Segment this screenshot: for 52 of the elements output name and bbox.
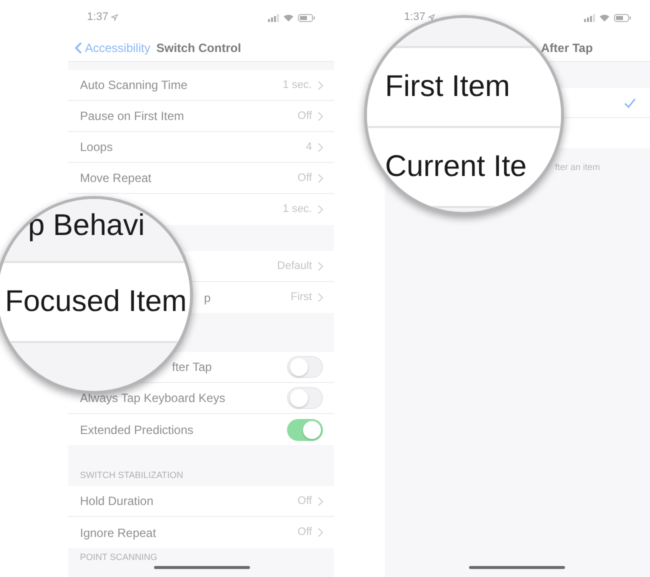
wifi-icon (599, 14, 610, 22)
setting-value: Off (298, 108, 312, 124)
setting-label: Extended Predictions (80, 422, 194, 438)
setting-label: Auto Scanning Time (80, 77, 188, 94)
chevron-icon (318, 496, 323, 506)
setting-label: p (204, 290, 211, 306)
chevron-icon (318, 528, 323, 537)
wifi-icon (283, 14, 294, 22)
setting-value: Off (298, 170, 312, 186)
status-time: 1:37 (404, 10, 426, 26)
chevron-icon (318, 112, 323, 120)
section-header: POINT SCANNING (80, 550, 158, 564)
setting-label: Pause on First Item (80, 108, 184, 125)
toggle-switch[interactable] (287, 418, 323, 440)
setting-value: Off (298, 494, 312, 509)
toggle-switch[interactable] (287, 387, 323, 409)
toggle-switch[interactable] (287, 356, 323, 378)
nav-title: Switch Control (156, 40, 242, 57)
chevron-icon (318, 174, 323, 182)
chevron-icon (318, 205, 323, 214)
chevron-icon (318, 80, 323, 90)
setting-value: First (290, 290, 312, 306)
back-chevron-icon (75, 42, 82, 54)
setting-label: fter Tap (172, 359, 212, 376)
setting-value: 4 (306, 140, 312, 155)
setting-label: Loops (80, 139, 113, 156)
setting-label: Ignore Repeat (80, 524, 156, 542)
setting-value: Default (277, 258, 312, 274)
location-arrow-icon (111, 14, 118, 21)
magnified-text: Focused Item (5, 285, 187, 319)
signal-icon (268, 14, 279, 22)
chevron-icon (318, 293, 323, 302)
checkmark-icon (624, 98, 636, 108)
back-link[interactable]: Accessibility (75, 39, 150, 57)
setting-label: Move Repeat (80, 170, 152, 187)
setting-label: Hold Duration (80, 493, 154, 510)
section-header: SWITCH STABILIZATION (80, 468, 184, 482)
footer-note: fter an item (555, 162, 600, 172)
chevron-icon (318, 142, 323, 152)
setting-label: Always Tap Keyboard Keys (80, 390, 226, 407)
location-arrow-icon (428, 14, 436, 21)
magnified-text: First Item (385, 70, 510, 104)
setting-value: Off (298, 525, 312, 540)
chevron-icon (318, 262, 323, 270)
magnified-text: Current Ite (385, 150, 527, 184)
battery-icon (614, 14, 631, 22)
nav-title: After Tap (541, 40, 593, 57)
battery-icon (298, 14, 315, 22)
setting-value: 1 sec. (282, 78, 312, 93)
setting-value: 1 sec. (282, 202, 312, 218)
status-time: 1:37 (87, 10, 108, 26)
signal-icon (584, 14, 595, 22)
